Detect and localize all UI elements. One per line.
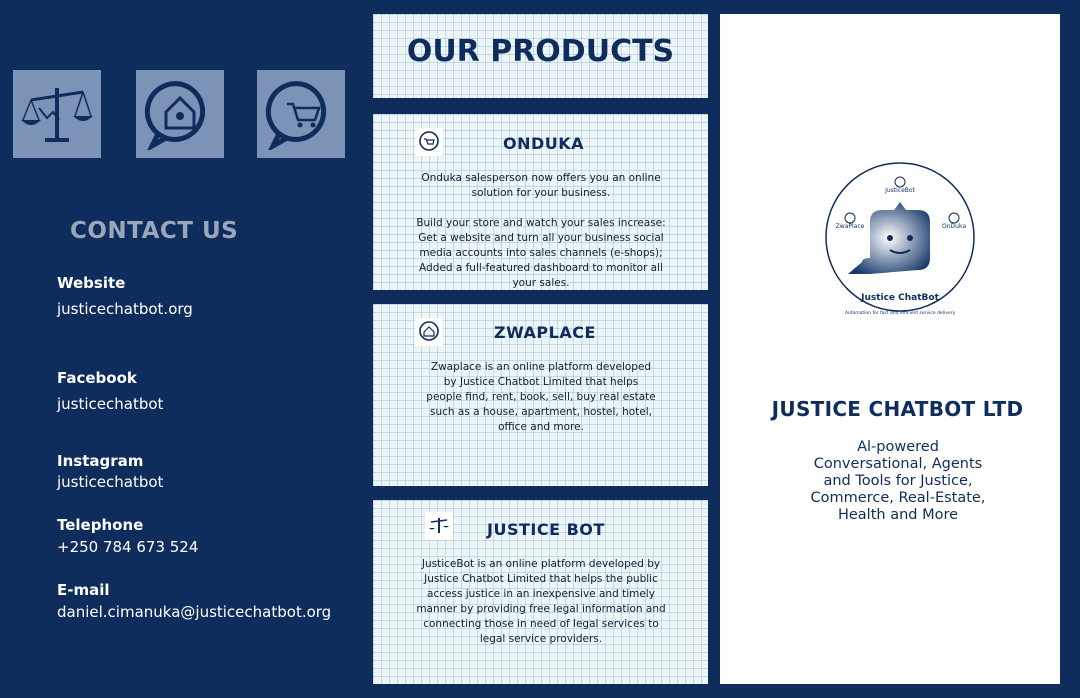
- logo-subtitle: Automation for fast and efficient servic…: [845, 310, 956, 316]
- products-header-panel: OUR PRODUCTS: [373, 14, 708, 98]
- telephone-value[interactable]: +250 784 673 524: [57, 538, 198, 556]
- justicebot-title: JUSTICE BOT: [487, 520, 605, 539]
- onduka-title: ONDUKA: [503, 134, 585, 153]
- cart-pin-icon: [415, 128, 443, 156]
- product-zwaplace: ZWAPLACE Zwaplace is an online platform …: [373, 304, 708, 486]
- email-link[interactable]: daniel.cimanuka@justicechatbot.org: [57, 603, 331, 621]
- instagram-link[interactable]: justicechatbot: [57, 473, 163, 491]
- company-panel: JusticeBot ZwaPlace OnDuka Justice ChatB…: [720, 14, 1060, 684]
- left-column: CONTACT US Website justicechatbot.org Fa…: [0, 0, 370, 698]
- instagram-label: Instagram: [57, 452, 144, 470]
- website-link[interactable]: justicechatbot.org: [57, 300, 193, 318]
- products-column: OUR PRODUCTS ONDUKA Onduka salesperson n…: [373, 14, 708, 684]
- products-title: OUR PRODUCTS: [406, 34, 675, 69]
- email-label: E-mail: [57, 581, 110, 599]
- onduka-description: Onduka salesperson now offers you an onl…: [416, 172, 666, 289]
- zwaplace-title: ZWAPLACE: [494, 323, 596, 342]
- house-pin-icon: [144, 81, 206, 150]
- telephone-label: Telephone: [57, 516, 144, 534]
- house-pin-icon-box: [136, 70, 224, 158]
- scales-icon: [21, 88, 93, 142]
- scales-icon: [425, 512, 453, 540]
- justicebot-description: JusticeBot is an online platform develop…: [416, 558, 666, 645]
- logo-label-onduka: OnDuka: [942, 223, 966, 230]
- contact-title: CONTACT US: [70, 218, 239, 244]
- scales-icon-box: [13, 70, 101, 158]
- logo-title: Justice ChatBot: [860, 293, 940, 303]
- zwaplace-description: Zwaplace is an online platform developed…: [426, 361, 656, 433]
- cart-pin-icon: [265, 81, 327, 150]
- justice-chatbot-logo: JusticeBot ZwaPlace OnDuka Justice ChatB…: [825, 162, 975, 316]
- cart-pin-icon-box: [257, 70, 345, 158]
- product-justicebot: JUSTICE BOT JusticeBot is an online plat…: [373, 500, 708, 684]
- facebook-label: Facebook: [57, 369, 137, 387]
- company-name: JUSTICE CHATBOT LTD: [771, 397, 1024, 421]
- website-label: Website: [57, 274, 126, 292]
- logo-label-justicebot: JusticeBot: [884, 187, 915, 194]
- house-pin-icon: [415, 318, 443, 346]
- facebook-link[interactable]: justicechatbot: [57, 395, 163, 413]
- product-onduka: ONDUKA Onduka salesperson now offers you…: [373, 114, 708, 290]
- company-tagline: Al-powered Conversational, Agents and To…: [810, 439, 986, 523]
- logo-label-zwaplace: ZwaPlace: [836, 223, 865, 230]
